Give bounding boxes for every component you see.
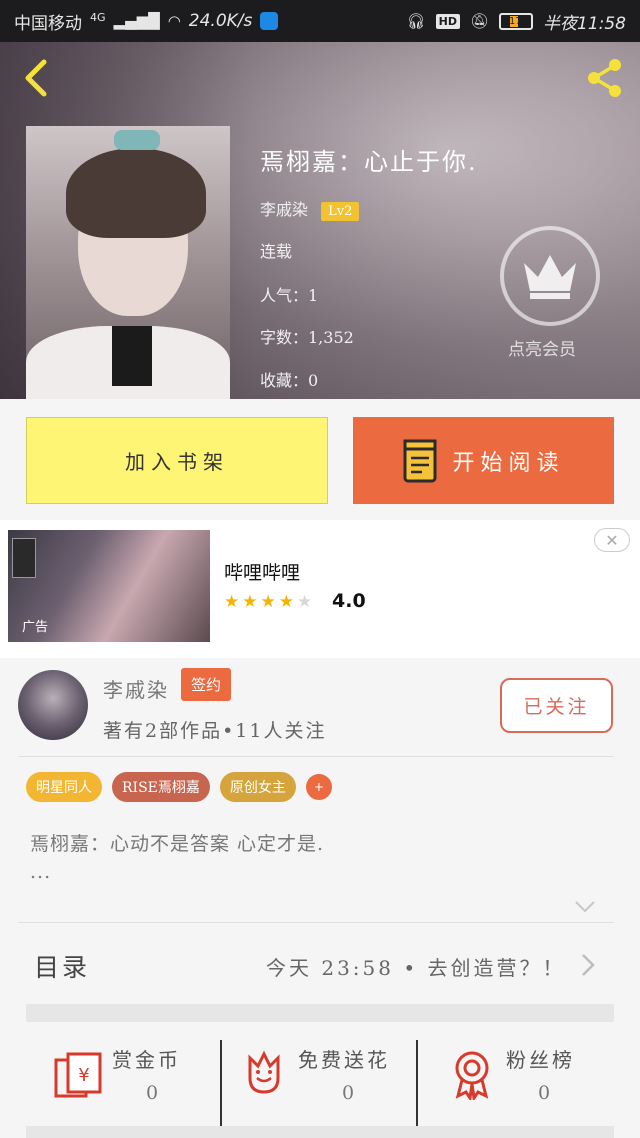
headphones-icon: 🎧︎ [406,12,426,30]
author-section: 李戚染 签约 著有2部作品•11人关注 已关注 [0,658,640,758]
tag-chip[interactable]: 原创女主 [219,772,296,802]
star-icon: ★ [224,592,240,612]
reward-coins-button[interactable]: ¥ 赏金币 0 [54,1022,204,1126]
divider [220,1040,222,1126]
book-icon [403,439,437,482]
close-ad-icon[interactable]: ✕ [594,528,630,552]
book-favorites: 收藏：0 [260,371,319,390]
tag-chip[interactable]: 明星同人 [26,772,102,802]
book-title: 焉栩嘉：心止于你. [260,148,478,176]
star-icon: ★ [278,592,294,612]
divider [18,756,614,757]
section-divider [26,1126,614,1138]
send-flower-value: 0 [342,1082,355,1104]
book-status: 连载 [260,242,293,261]
chevron-right-icon [582,954,595,976]
book-word-count: 字数：1,352 [260,328,354,347]
start-reading-label: 开始阅读 [452,450,565,476]
section-divider [26,1004,614,1022]
tag-chip[interactable]: RISE焉栩嘉 [112,772,210,802]
fan-ranking-label: 粉丝榜 [506,1048,575,1072]
book-popularity: 人气：1 [260,286,319,305]
back-arrow-icon[interactable] [18,58,58,98]
author-name[interactable]: 李戚染 [103,674,169,703]
ad-image[interactable]: 广告 [8,530,210,642]
add-tag-button[interactable]: + [305,774,332,800]
chevron-down-icon[interactable] [574,895,596,917]
add-to-shelf-button[interactable]: 加入书架 [26,417,328,504]
book-intro: 焉栩嘉：心动不是答案 心定才是. ... [30,830,324,886]
network-type: 4G [90,10,106,24]
intro-ellipsis: ... [30,861,52,883]
author-stats: 著有2部作品•11人关注 [103,720,327,742]
rewards-bar: ¥ 赏金币 0 免费送花 0 粉丝榜 0 [0,1022,640,1126]
ad-tag: 广告 [22,619,49,635]
add-to-shelf-label: 加入书架 [125,450,229,474]
toc-title: 目录 [34,953,91,982]
latest-chapter[interactable]: 今天 23:58 • 去创造营？！ [266,952,566,981]
clock: 半夜11:58 [543,13,626,34]
tag-list: 明星同人 RISE焉栩嘉 原创女主 + [26,772,332,802]
signal-icon: ▂▄▆█ [113,12,160,30]
book-header: 焉栩嘉：心止于你. 李戚染 Lv2 连载 人气：1 字数：1,352 收藏：0 … [0,42,640,399]
wifi-icon: ◠ [167,12,181,30]
table-of-contents-row[interactable]: 目录 今天 23:58 • 去创造营？！ [0,922,640,1004]
send-flower-label: 免费送花 [298,1048,390,1072]
crown-icon [524,255,576,299]
level-badge: Lv2 [321,202,360,221]
flower-icon [248,1050,280,1094]
hd-icon: HD [435,13,460,29]
start-reading-button[interactable]: 开始阅读 [353,417,614,504]
author-avatar[interactable] [18,670,88,740]
ad-banner[interactable]: 广告 哔哩哔哩 ★ ★ ★ ★ ★ 4.0 ✕ [0,520,640,658]
action-bar: 加入书架 开始阅读 [0,399,640,520]
follow-button[interactable]: 已关注 [500,678,613,733]
share-icon[interactable] [582,56,626,100]
mute-bell-icon: 🔕︎ [469,12,489,30]
book-author[interactable]: 李戚染 [260,200,308,219]
ad-title[interactable]: 哔哩哔哩 [224,558,300,585]
network-speed: 24.0K/s [188,11,253,31]
vip-crown-button[interactable] [500,226,600,326]
fan-ranking-value: 0 [538,1082,551,1104]
star-icon: ★ [260,592,276,612]
ad-rating: 4.0 [332,590,366,612]
carrier-label: 中国移动 [14,13,82,34]
vip-label[interactable]: 点亮会员 [508,335,576,360]
intro-line: 焉栩嘉：心动不是答案 心定才是. [30,833,325,855]
book-author-row: 李戚染 Lv2 [260,196,360,221]
send-flower-button[interactable]: 免费送花 0 [242,1022,412,1126]
signed-badge: 签约 [181,668,232,701]
medal-icon [455,1051,489,1100]
coin-envelope-icon: ¥ [54,1052,102,1098]
status-bar: 中国移动 4G ▂▄▆█ ◠ 24.0K/s 🎧︎ HD 🔕︎ 17 半夜11:… [0,0,640,42]
svg-text:¥: ¥ [78,1065,89,1086]
divider [416,1040,418,1126]
reward-coins-value: 0 [146,1082,159,1104]
fan-ranking-button[interactable]: 粉丝榜 0 [450,1022,610,1126]
ad-stars: ★ ★ ★ ★ ★ [224,592,312,612]
star-icon: ★ [242,592,258,612]
star-empty-icon: ★ [297,592,313,612]
book-cover-image[interactable] [26,126,230,399]
shield-icon [260,12,279,30]
reward-coins-label: 赏金币 [112,1048,181,1072]
battery-icon: 17 [499,12,533,30]
